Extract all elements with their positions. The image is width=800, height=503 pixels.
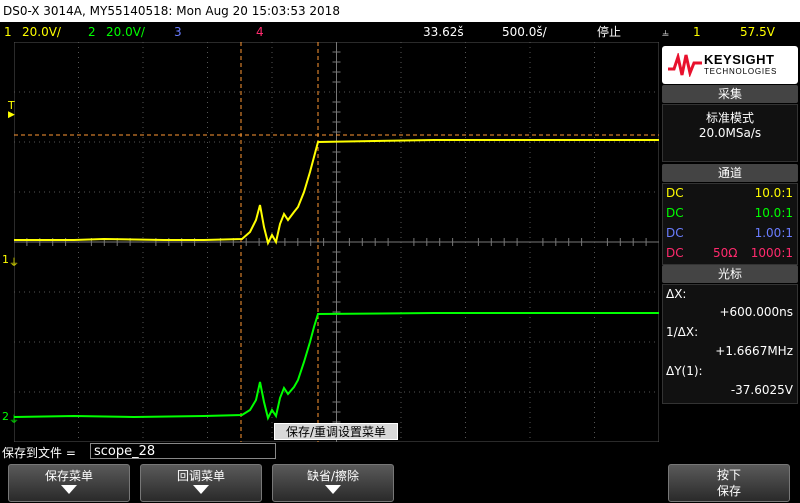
waveform-display[interactable]	[13, 41, 660, 443]
info-panel: KEYSIGHT TECHNOLOGIES 采集 标准模式 20.0MSa/s …	[660, 42, 800, 442]
ch3-coupling: DC	[666, 226, 684, 240]
trigger-arrow-icon: ▶	[8, 110, 15, 120]
arrow-down-icon	[325, 485, 341, 494]
delta-x-value: +600.000ns	[719, 305, 793, 319]
ch1-number[interactable]: 1	[4, 22, 12, 42]
inv-delta-x-value: +1.6667MHz	[715, 344, 793, 358]
save-to-file-label: 保存到文件 =	[2, 446, 76, 460]
inv-delta-x-label: 1/ΔX:	[666, 325, 699, 339]
ch2-number[interactable]: 2	[88, 22, 96, 42]
keysight-logo: KEYSIGHT TECHNOLOGIES	[662, 46, 798, 84]
ch4-probe: 1000:1	[750, 246, 793, 260]
ch1-scale[interactable]: 20.0V/	[22, 22, 61, 42]
trigger-slope-icon: ⫨	[662, 25, 669, 39]
ch4-number[interactable]: 4	[256, 22, 264, 42]
acquire-rate: 20.0MSa/s	[698, 126, 762, 140]
save-menu-label: 保存菜单	[44, 469, 93, 483]
delta-y-value: -37.6025V	[730, 383, 793, 397]
acquire-header[interactable]: 采集	[662, 85, 798, 103]
ch2-probe: 10.0:1	[754, 206, 793, 220]
ch4-impedance: 50Ω	[713, 246, 738, 260]
ground-icon: ⏚	[9, 415, 19, 426]
run-state: 停止	[597, 25, 622, 39]
ground-icon: ⏚	[9, 258, 19, 269]
logo-brand: KEYSIGHT	[704, 52, 775, 67]
softkey-bar: 保存到文件 = scope_28 保存菜单 回调菜单 缺省/擦除 按下 保存	[0, 442, 800, 503]
trigger-source: 1	[693, 25, 701, 39]
timebase: 500.0š/	[502, 25, 547, 39]
cursors-header[interactable]: 光标	[662, 265, 798, 283]
default-erase-label: 缺省/擦除	[306, 469, 360, 483]
arrow-down-icon	[193, 485, 209, 494]
logo-subtitle: TECHNOLOGIES	[704, 67, 778, 76]
save-menu-button[interactable]: 保存菜单	[8, 464, 130, 502]
save-recall-menu-tooltip: 保存/重调设置菜单	[274, 423, 398, 440]
ch1-ground-marker[interactable]: 1	[2, 253, 9, 266]
channels-section: DC 10.0:1 DC 10.0:1 DC 1.00:1 DC 50Ω 100…	[662, 183, 798, 265]
acquire-section: 标准模式 20.0MSa/s	[662, 104, 798, 162]
ch3-number[interactable]: 3	[174, 22, 182, 42]
time-offset: 33.62š	[423, 25, 464, 39]
window-title: DS0-X 3014A, MY55140518: Mon Aug 20 15:0…	[0, 0, 800, 22]
delta-y-label: ΔY(1):	[666, 364, 703, 378]
delta-x-label: ΔX:	[666, 287, 687, 301]
trigger-level: 57.5V	[740, 25, 775, 39]
ch2-coupling: DC	[666, 206, 684, 220]
default-erase-button[interactable]: 缺省/擦除	[272, 464, 394, 502]
arrow-down-icon	[61, 485, 77, 494]
ch3-probe: 1.00:1	[754, 226, 793, 240]
ch2-ground-marker[interactable]: 2	[2, 410, 9, 423]
recall-menu-label: 回调菜单	[176, 469, 225, 483]
status-bar: 1 20.0V/ 2 20.0V/ 3 4 33.62š 500.0š/ 停止 …	[0, 22, 800, 42]
ch1-probe: 10.0:1	[754, 186, 793, 200]
channels-header[interactable]: 通道	[662, 164, 798, 182]
cursors-section: ΔX: +600.000ns 1/ΔX: +1.6667MHz ΔY(1): -…	[662, 284, 798, 404]
ch1-coupling: DC	[666, 186, 684, 200]
ch2-scale[interactable]: 20.0V/	[106, 22, 145, 42]
recall-menu-button[interactable]: 回调菜单	[140, 464, 262, 502]
graticule	[13, 41, 660, 443]
press-to-save-label: 按下 保存	[716, 468, 741, 498]
keysight-wave-icon	[668, 53, 702, 77]
acquire-mode: 标准模式	[705, 111, 754, 125]
filename-field[interactable]: scope_28	[90, 443, 276, 459]
press-to-save-button[interactable]: 按下 保存	[668, 464, 790, 502]
ch4-coupling: DC	[666, 246, 684, 260]
